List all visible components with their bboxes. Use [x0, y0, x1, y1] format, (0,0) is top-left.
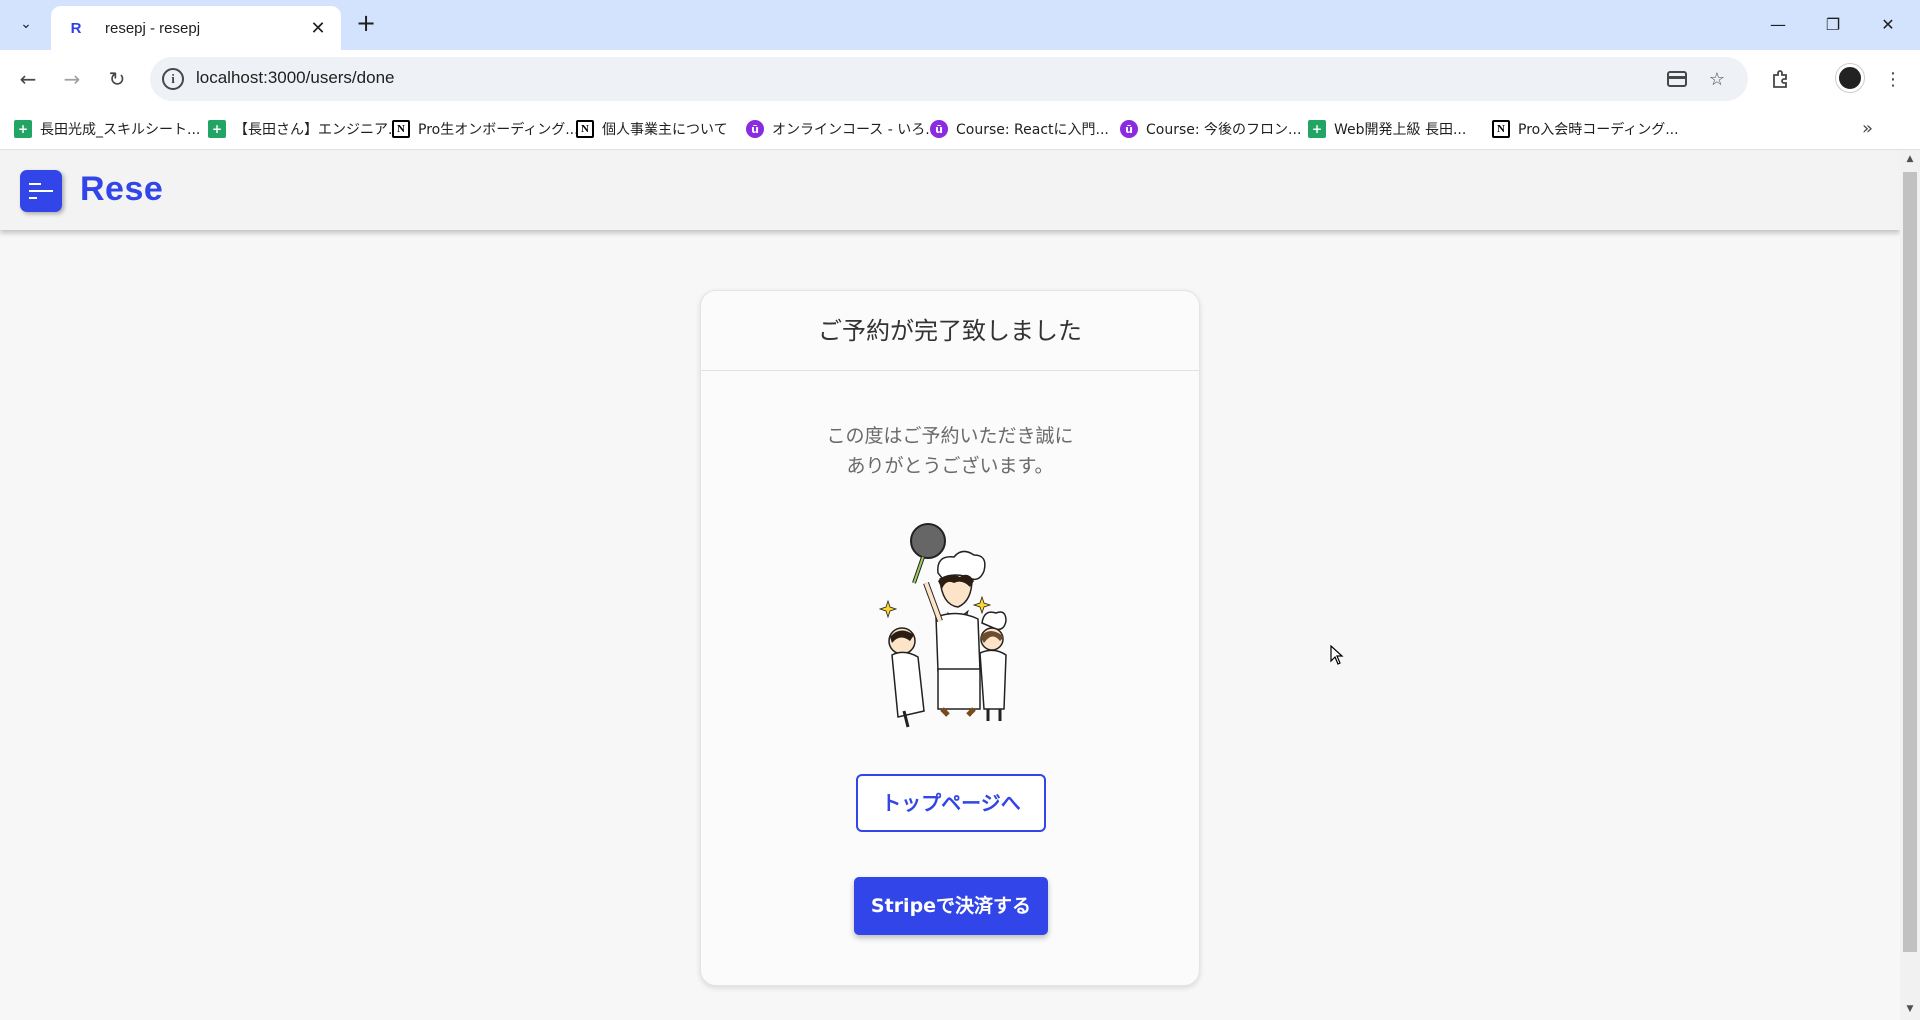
sheets-icon: + — [14, 120, 32, 138]
bookmark-label: Web開発上級 長田... — [1334, 122, 1467, 138]
new-tab-button[interactable]: + — [352, 10, 380, 38]
browser-toolbar: ← → ↻ i localhost:3000/users/done ☆ ⋮ — [0, 50, 1920, 108]
card-title: ご予約が完了致しました — [701, 291, 1199, 371]
menu-line — [29, 197, 37, 199]
minimize-button[interactable]: — — [1758, 8, 1798, 40]
vertical-scrollbar[interactable]: ▲ ▼ — [1900, 150, 1920, 1020]
reload-button[interactable]: ↻ — [101, 63, 133, 95]
tab-close-icon[interactable]: ✕ — [307, 18, 329, 39]
bookmark-label: 【長田さん】エンジニア... — [234, 122, 402, 138]
more-menu-icon[interactable]: ⋮ — [1878, 64, 1908, 94]
forward-button[interactable]: → — [56, 63, 88, 95]
message-line: ありがとうございます。 — [846, 455, 1054, 477]
reload-icon: ↻ — [108, 67, 126, 91]
bookmarks-bar: + 長田光成_スキルシート... + 【長田さん】エンジニア... N Pro生… — [0, 108, 1920, 150]
tab-strip: ⌄ R resepj - resepj ✕ + — ❐ ✕ — [0, 0, 1920, 50]
sheets-icon: + — [1308, 120, 1326, 138]
scroll-thumb[interactable] — [1903, 172, 1917, 952]
notion-icon: N — [576, 120, 594, 138]
udemy-icon: ū — [746, 120, 764, 138]
bookmark-item[interactable]: + Web開発上級 長田... — [1308, 118, 1466, 140]
menu-button[interactable] — [20, 170, 62, 212]
bookmark-label: 長田光成_スキルシート... — [40, 122, 201, 138]
tab-favicon-icon: R — [70, 19, 82, 37]
back-button[interactable]: ← — [12, 63, 44, 95]
scroll-up-icon[interactable]: ▲ — [1904, 154, 1916, 164]
close-window-button[interactable]: ✕ — [1868, 8, 1908, 40]
extensions-icon[interactable] — [1766, 64, 1796, 94]
done-card: ご予約が完了致しました この度はご予約いただき誠に ありがとうございます。 トッ… — [700, 290, 1200, 986]
profile-avatar[interactable] — [1836, 64, 1864, 92]
bookmark-item[interactable]: N 個人事業主について — [576, 118, 728, 140]
tab-search-button[interactable]: ⌄ — [11, 9, 41, 39]
bookmark-item[interactable]: + 長田光成_スキルシート... — [14, 118, 200, 140]
thank-you-message: この度はご予約いただき誠に ありがとうございます。 — [701, 421, 1199, 481]
url-text: localhost:3000/users/done — [196, 68, 395, 87]
bookmark-item[interactable]: ū Course: Reactに入門... — [930, 118, 1109, 140]
app-header: Rese — [0, 150, 1900, 230]
menu-line — [29, 183, 41, 185]
scroll-down-icon[interactable]: ▼ — [1904, 1004, 1916, 1014]
bookmark-item[interactable]: ū オンラインコース - いろ... — [746, 118, 939, 140]
udemy-icon: ū — [1120, 120, 1138, 138]
card-icon[interactable] — [1665, 67, 1689, 91]
message-line: この度はご予約いただき誠に — [826, 425, 1074, 447]
tab-title: resepj - resepj — [105, 19, 201, 37]
bookmark-label: オンラインコース - いろ... — [772, 122, 939, 138]
notion-icon: N — [392, 120, 410, 138]
restore-button[interactable]: ❐ — [1813, 8, 1853, 40]
site-info-icon[interactable]: i — [162, 68, 184, 90]
bookmark-item[interactable]: + 【長田さん】エンジニア... — [208, 118, 401, 140]
active-tab[interactable]: R resepj - resepj ✕ — [51, 6, 341, 50]
stripe-payment-button[interactable]: Stripeで決済する — [854, 877, 1048, 935]
arrow-right-icon: → — [63, 67, 81, 91]
bookmark-item[interactable]: N Pro入会時コーディング... — [1492, 118, 1679, 140]
page-viewport: Rese ご予約が完了致しました この度はご予約いただき誠に ありがとうございま… — [0, 150, 1900, 1020]
bookmark-label: Course: Reactに入門... — [956, 122, 1109, 138]
notion-icon: N — [1492, 120, 1510, 138]
mouse-cursor-icon — [1330, 645, 1344, 665]
address-bar[interactable]: i localhost:3000/users/done ☆ — [150, 57, 1748, 101]
bookmark-label: Pro入会時コーディング... — [1518, 122, 1679, 138]
bookmark-label: 個人事業主について — [602, 122, 728, 138]
sheets-icon: + — [208, 120, 226, 138]
udemy-icon: ū — [930, 120, 948, 138]
chef-illustration — [878, 523, 1007, 728]
app-logo[interactable]: Rese — [80, 170, 163, 209]
chevron-down-icon: ⌄ — [20, 16, 32, 32]
bookmark-star-icon[interactable]: ☆ — [1705, 67, 1729, 91]
bookmark-item[interactable]: ū Course: 今後のフロン... — [1120, 118, 1301, 140]
bookmark-item[interactable]: N Pro生オンボーディング... — [392, 118, 579, 140]
arrow-left-icon: ← — [19, 67, 37, 91]
bookmark-label: Pro生オンボーディング... — [418, 122, 579, 138]
menu-line — [29, 190, 53, 192]
bookmarks-overflow-icon[interactable]: » — [1862, 118, 1873, 139]
top-page-button[interactable]: トップページへ — [856, 774, 1046, 832]
bookmark-label: Course: 今後のフロン... — [1146, 122, 1302, 138]
